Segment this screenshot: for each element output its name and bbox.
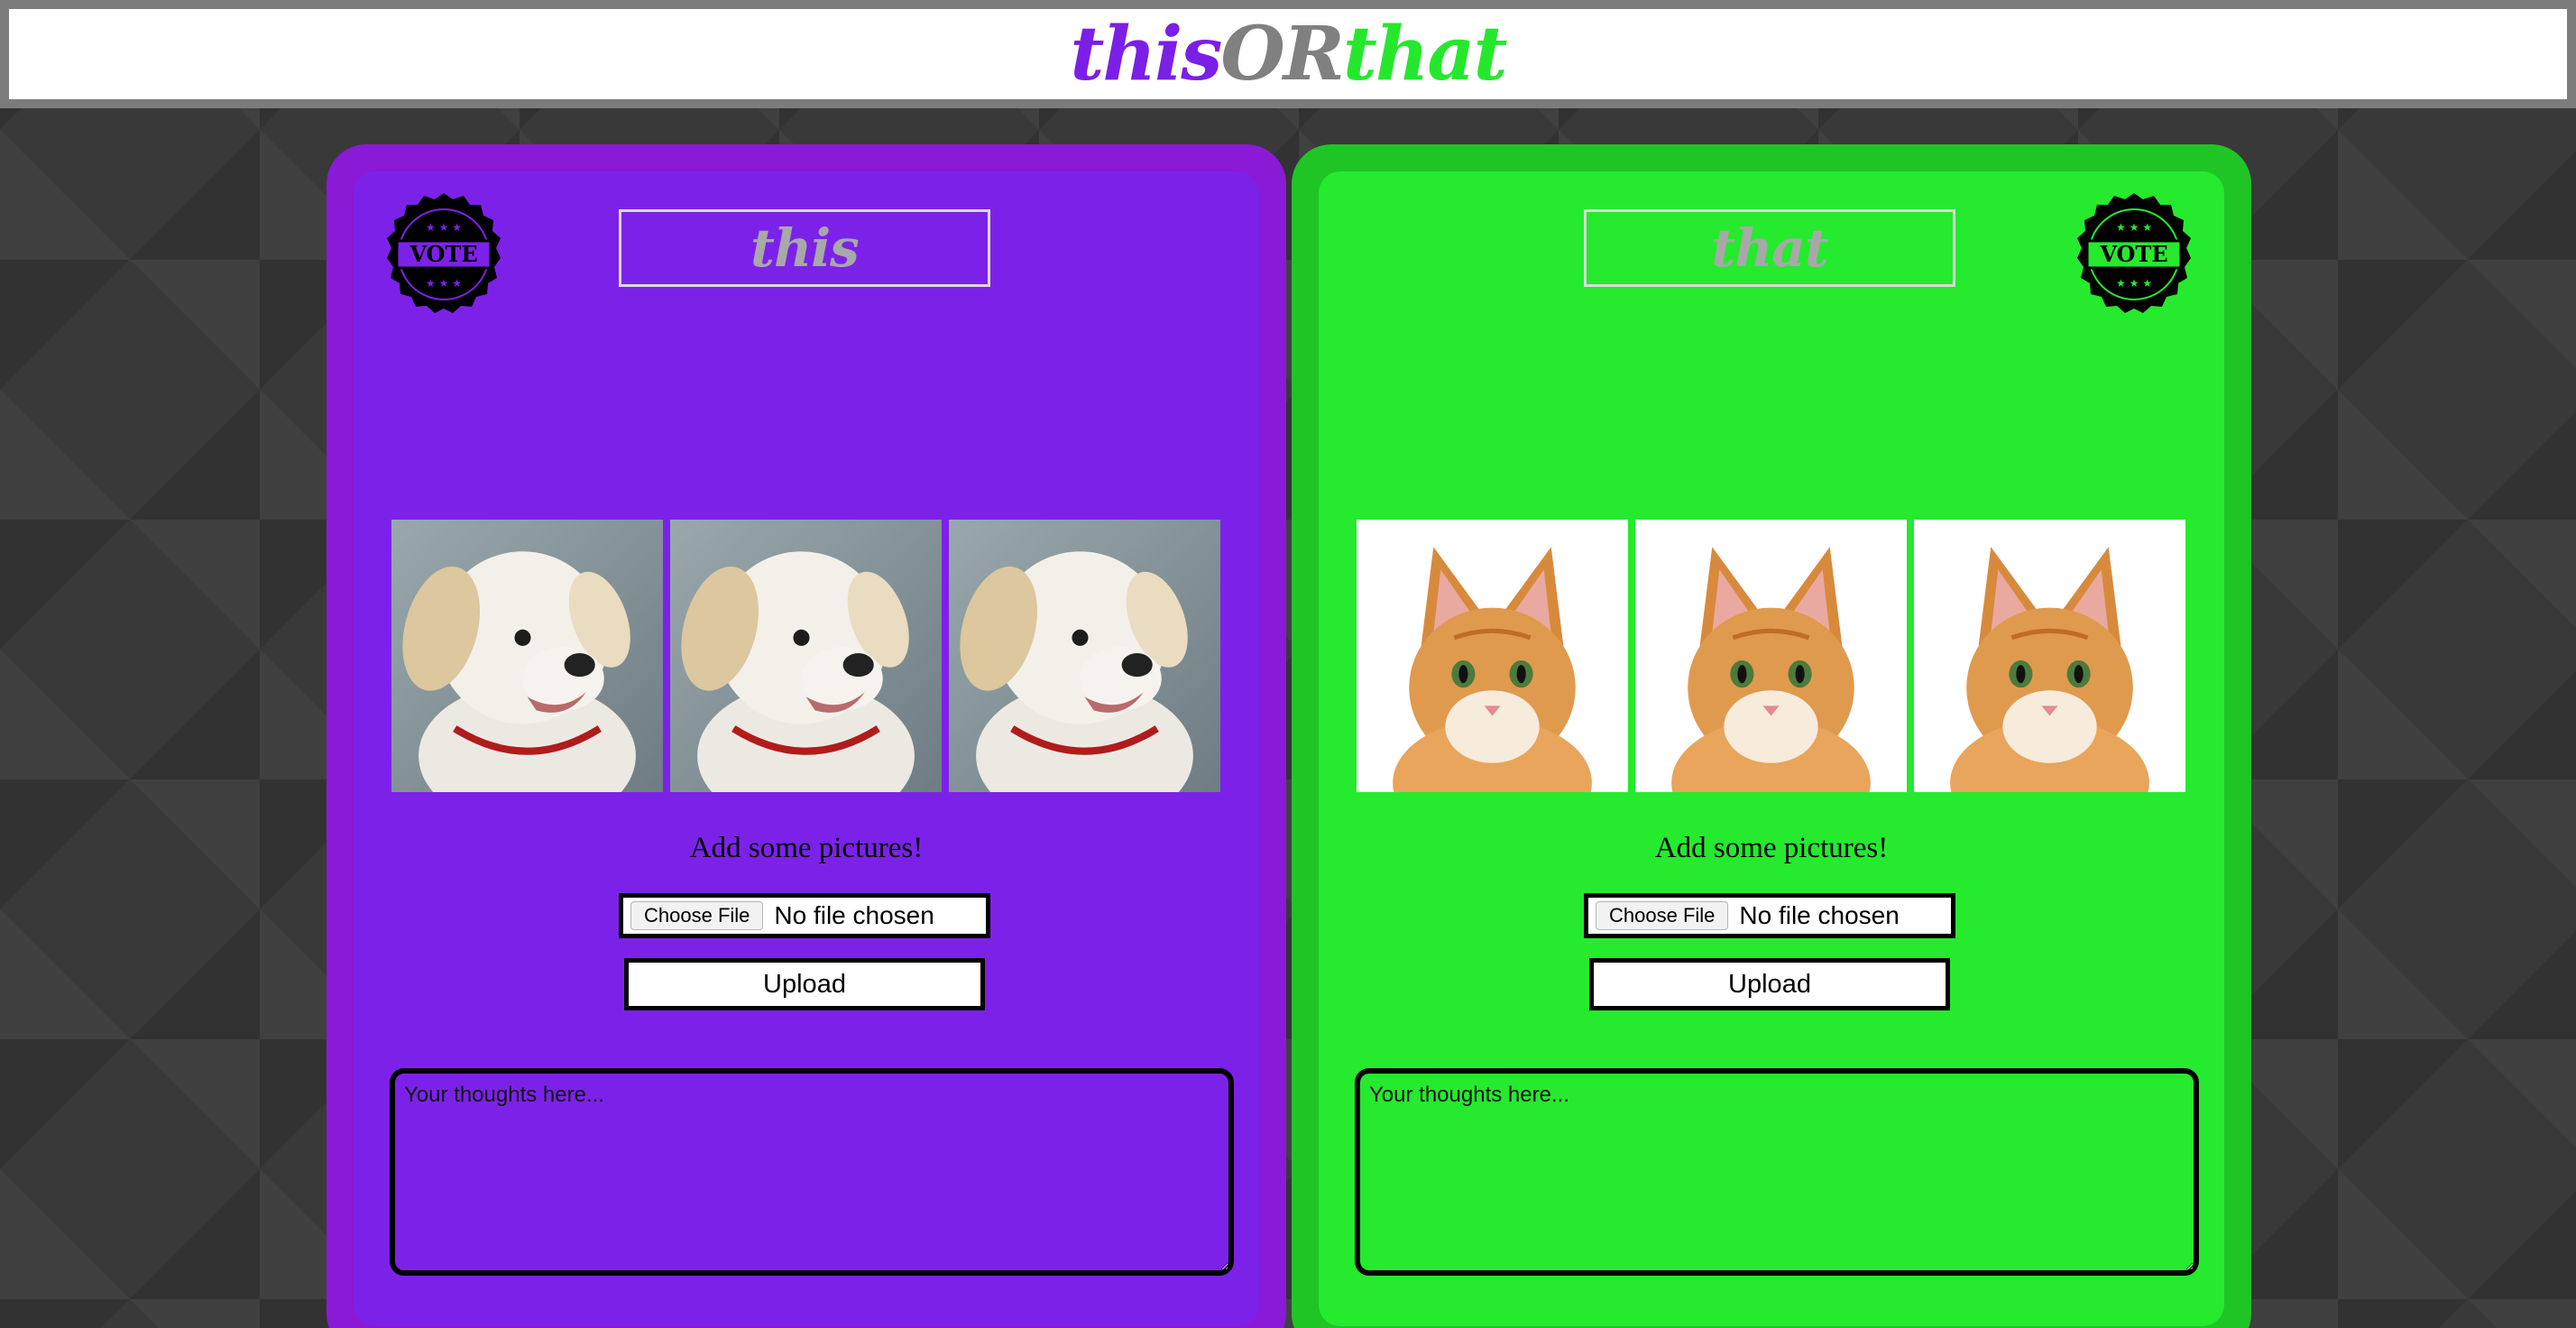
that-thoughts-textarea[interactable] [1355,1068,2199,1276]
puppy-photo[interactable] [391,520,663,792]
this-panel: VOTE ★ ★ ★ ★ ★ ★ this Add some pictures!… [327,144,1286,1328]
that-file-input[interactable]: Choose File No file chosen [1584,893,1955,938]
this-panel-inner: VOTE ★ ★ ★ ★ ★ ★ this Add some pictures!… [354,171,1259,1326]
header-bar: thisORthat [9,9,2567,99]
kitten-photo[interactable] [1635,520,1907,792]
this-title-box: this [619,209,990,287]
vote-badge-icon[interactable]: VOTE ★ ★ ★ ★ ★ ★ [381,191,507,318]
this-file-input[interactable]: Choose File No file chosen [619,893,990,938]
that-panel-inner: VOTE ★ ★ ★ ★ ★ ★ that Add some pictures!… [1319,171,2224,1326]
logo-or: OR [1220,11,1345,97]
svg-text:★ ★ ★: ★ ★ ★ [2116,221,2152,234]
this-add-pictures-hint: Add some pictures! [689,832,924,864]
logo-this: this [1070,11,1223,97]
that-panel: VOTE ★ ★ ★ ★ ★ ★ that Add some pictures!… [1292,144,2251,1328]
that-title: that [1711,217,1828,279]
that-add-pictures-hint: Add some pictures! [1654,832,1889,864]
this-file-status: No file chosen [774,901,934,929]
that-choose-file-button[interactable]: Choose File [1596,901,1729,930]
this-title: this [750,217,860,279]
that-file-status: No file chosen [1739,901,1900,929]
kitten-photo[interactable] [1914,520,2185,792]
kitten-photo[interactable] [1357,520,1628,792]
vote-badge-label: VOTE [2099,241,2167,267]
svg-text:★ ★ ★: ★ ★ ★ [2116,277,2152,290]
logo-that: that [1342,11,1508,97]
vote-badge-icon[interactable]: VOTE ★ ★ ★ ★ ★ ★ [2071,191,2197,318]
that-upload-button[interactable]: Upload [1589,958,1950,1010]
vote-badge-label: VOTE [409,241,477,267]
this-gallery [391,520,1221,792]
app-logo[interactable]: thisORthat [1071,17,1508,91]
svg-text:★ ★ ★: ★ ★ ★ [426,221,462,234]
this-choose-file-button[interactable]: Choose File [630,901,764,930]
that-gallery [1357,520,2186,792]
this-thoughts-textarea[interactable] [390,1068,1234,1276]
svg-text:★ ★ ★: ★ ★ ★ [426,277,462,290]
that-title-box: that [1584,209,1955,287]
app-header: thisORthat [0,0,2576,108]
this-upload-button[interactable]: Upload [624,958,985,1010]
puppy-photo[interactable] [670,520,942,792]
puppy-photo[interactable] [949,520,1220,792]
